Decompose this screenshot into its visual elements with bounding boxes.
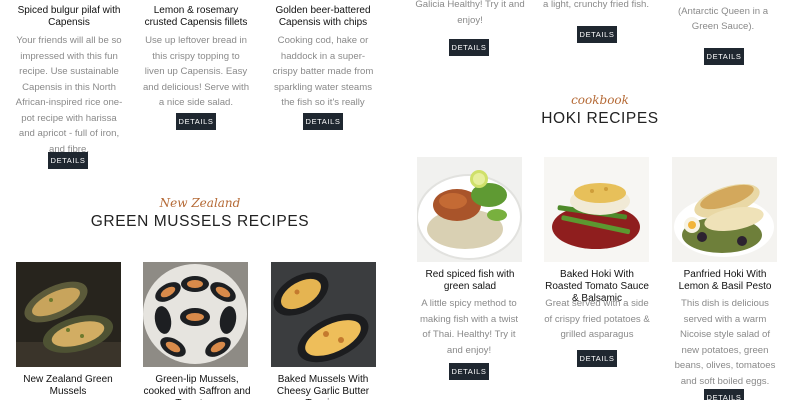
recipe-description: This dish is delicious served with a war… bbox=[674, 298, 776, 387]
recipe-title[interactable]: Red spiced fish with green salad bbox=[414, 269, 526, 293]
recipe-description: a light, crunchy fried fish. bbox=[542, 0, 650, 10]
recipe-description: Your friends will all be so impressed wi… bbox=[15, 35, 123, 155]
details-button[interactable]: DETAILS bbox=[303, 113, 343, 130]
section-kicker: New Zealand bbox=[159, 196, 241, 210]
recipe-description: A little spicy method to making fish wit… bbox=[419, 298, 519, 356]
left-column: Spiced bulgur pilaf with Capensis Your f… bbox=[0, 0, 400, 400]
details-button[interactable]: DETAILS bbox=[704, 48, 744, 65]
recipe-photo[interactable] bbox=[271, 262, 376, 367]
section-heading: HOKI RECIPES bbox=[541, 110, 659, 127]
section-kicker: cookbook bbox=[571, 93, 629, 107]
recipe-photo[interactable] bbox=[417, 157, 522, 262]
recipe-photo[interactable] bbox=[16, 262, 121, 367]
details-button[interactable]: DETAILS bbox=[449, 39, 489, 56]
details-button[interactable]: DETAILS bbox=[449, 363, 489, 380]
recipe-title[interactable]: Spiced bulgur pilaf with Capensis bbox=[14, 5, 124, 29]
recipe-description: Galicia Healthy! Try it and enjoy! bbox=[415, 0, 525, 26]
details-button[interactable]: DETAILS bbox=[48, 152, 88, 169]
recipe-title[interactable]: Green-lip Mussels, cooked with Saffron a… bbox=[141, 374, 253, 400]
details-button[interactable]: DETAILS bbox=[176, 113, 216, 130]
details-button[interactable]: DETAILS bbox=[704, 389, 744, 400]
section-heading: GREEN MUSSELS RECIPES bbox=[90, 213, 310, 230]
recipe-title[interactable]: Panfried Hoki With Lemon & Basil Pesto bbox=[669, 269, 781, 293]
details-button[interactable]: DETAILS bbox=[577, 26, 617, 43]
details-button[interactable]: DETAILS bbox=[577, 350, 617, 367]
recipe-description: Merluza en Salsa Verde (Antarctic Queen … bbox=[672, 0, 774, 32]
recipe-photo[interactable] bbox=[672, 157, 777, 262]
recipe-description: Use up leftover bread in this crispy top… bbox=[142, 35, 250, 108]
recipe-title[interactable]: Baked Mussels With Cheesy Garlic Butter … bbox=[268, 374, 378, 400]
right-column: Galicia Healthy! Try it and enjoy! DETAI… bbox=[400, 0, 800, 400]
recipe-photo[interactable] bbox=[143, 262, 248, 367]
recipe-title[interactable]: New Zealand Green Mussels bbox=[13, 374, 123, 398]
recipe-description: Great served with a side of crispy fried… bbox=[544, 298, 650, 340]
recipe-photo[interactable] bbox=[544, 157, 649, 262]
recipe-title[interactable]: Lemon & rosemary crusted Capensis fillet… bbox=[141, 5, 251, 29]
recipe-title[interactable]: Golden beer-battered Capensis with chips bbox=[268, 5, 378, 29]
